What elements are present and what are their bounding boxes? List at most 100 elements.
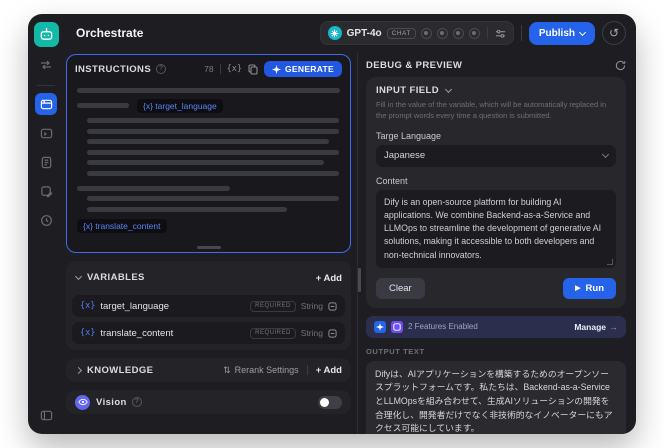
skeleton-line xyxy=(77,88,340,93)
app-window: Orchestrate GPT-4o CHAT Publish ↺ INSTRU… xyxy=(28,14,636,434)
sidebar-item-logs[interactable] xyxy=(35,151,57,173)
sidebar-item-api-access[interactable] xyxy=(35,122,57,144)
content-textarea[interactable]: Dify is an open-source platform for buil… xyxy=(376,189,616,268)
run-label: Run xyxy=(585,282,604,294)
sidebar-item-orchestrate[interactable] xyxy=(35,93,57,115)
features-enabled-bar[interactable]: 2 Features Enabled Manage → xyxy=(366,315,626,338)
orchestrate-pane: INSTRUCTIONS ? 78 {x} GENERATE {x} targe… xyxy=(64,52,358,434)
string-type-icon[interactable] xyxy=(328,301,337,311)
help-icon[interactable]: ? xyxy=(131,397,142,407)
workflow-switch-icon[interactable] xyxy=(35,54,57,76)
variable-token: {x} xyxy=(80,328,96,338)
topbar-divider xyxy=(520,25,522,41)
chevron-down-icon xyxy=(601,151,610,159)
required-badge: REQUIRED xyxy=(250,300,296,312)
skeleton-line xyxy=(87,160,324,165)
scrollbar-thumb[interactable] xyxy=(358,268,361,292)
debug-preview-pane: DEBUG & PREVIEW INPUT FIELD Fill in the … xyxy=(358,52,636,434)
rail-divider xyxy=(37,85,55,86)
capability-icon-3 xyxy=(452,27,464,39)
generate-label: GENERATE xyxy=(285,64,334,74)
target-language-select[interactable]: Japanese xyxy=(376,144,616,167)
skeleton-line xyxy=(87,128,340,134)
pill-divider xyxy=(486,27,488,39)
rerank-icon: ⇅ xyxy=(223,364,231,375)
run-button[interactable]: ▶ Run xyxy=(563,277,616,299)
knowledge-title: KNOWLEDGE xyxy=(87,364,154,376)
resize-drag-handle[interactable] xyxy=(196,246,221,249)
vision-label: Vision xyxy=(96,396,127,408)
publish-label: Publish xyxy=(538,27,575,39)
target-language-value: Japanese xyxy=(384,150,426,162)
rerank-label: Rerank Settings xyxy=(234,365,299,375)
sidebar-item-annotations[interactable] xyxy=(35,180,57,202)
refresh-icon[interactable] xyxy=(615,60,626,71)
skeleton-line xyxy=(87,139,329,144)
insert-variable-icon[interactable]: {x} xyxy=(227,64,242,74)
content-value: Dify is an open-source platform for buil… xyxy=(384,196,602,260)
divider xyxy=(306,365,308,375)
version-history-button[interactable]: ↺ xyxy=(602,21,626,45)
output-text-title: OUTPUT TEXT xyxy=(366,346,425,356)
skeleton-line xyxy=(77,185,230,191)
variable-row-translate-content[interactable]: {x} translate_content REQUIRED String xyxy=(72,322,345,344)
collapse-panel-icon[interactable] xyxy=(35,404,57,426)
topbar: Orchestrate GPT-4o CHAT Publish ↺ xyxy=(64,14,636,52)
skeleton-line xyxy=(87,170,340,176)
variable-token: {x} xyxy=(80,301,96,311)
capability-icon-2 xyxy=(436,27,448,39)
skeleton-line xyxy=(87,206,287,212)
sidebar-item-monitoring[interactable] xyxy=(35,209,57,231)
input-field-title: INPUT FIELD xyxy=(376,85,439,96)
target-language-label: Targe Language xyxy=(376,130,442,141)
instructions-panel[interactable]: INSTRUCTIONS ? 78 {x} GENERATE {x} targe… xyxy=(66,54,351,253)
add-knowledge-button[interactable]: + Add xyxy=(316,365,342,376)
features-enabled-text: 2 Features Enabled xyxy=(408,322,478,332)
model-mode-badge: CHAT xyxy=(386,27,416,39)
variable-type: String xyxy=(300,328,323,338)
variable-type: String xyxy=(300,301,323,311)
help-icon[interactable]: ? xyxy=(156,64,167,74)
chevron-down-icon[interactable] xyxy=(444,85,453,94)
rerank-settings-button[interactable]: ⇅ Rerank Settings xyxy=(223,365,299,376)
variables-section: VARIABLES + Add {x} target_language REQU… xyxy=(66,261,351,350)
generate-button[interactable]: GENERATE xyxy=(264,61,342,77)
app-logo-robot-icon[interactable] xyxy=(33,22,59,47)
feature-speech-icon xyxy=(374,320,386,333)
variable-chip-translate-content[interactable]: {x} translate_content xyxy=(77,218,167,233)
skeleton-line xyxy=(87,149,340,155)
prompt-editor[interactable]: {x} target_language {x} translate_conten… xyxy=(67,81,350,252)
char-count: 78 xyxy=(204,64,214,74)
skeleton-line xyxy=(87,118,340,123)
vision-toggle[interactable] xyxy=(318,395,342,409)
capability-icon-4 xyxy=(468,27,480,39)
model-selector[interactable]: GPT-4o CHAT xyxy=(319,21,514,45)
feature-more-icon xyxy=(391,320,403,333)
clear-button[interactable]: Clear xyxy=(376,277,425,299)
play-icon: ▶ xyxy=(575,285,581,293)
left-icon-rail xyxy=(28,14,64,434)
required-badge: REQUIRED xyxy=(250,327,296,339)
add-variable-button[interactable]: + Add xyxy=(316,273,342,284)
debug-preview-title: DEBUG & PREVIEW xyxy=(366,60,463,71)
variable-row-target-language[interactable]: {x} target_language REQUIRED String xyxy=(72,295,345,317)
variable-name: target_language xyxy=(100,300,170,312)
output-text-bubble: Difyは、AIアプリケーションを構築するためのオープンソースプラットフォームで… xyxy=(366,360,626,434)
string-type-icon[interactable] xyxy=(328,328,337,338)
arrow-right-icon: → xyxy=(609,321,618,332)
content-label: Content xyxy=(376,175,408,186)
variable-chip-target-language[interactable]: {x} target_language xyxy=(137,98,223,113)
vision-section: Vision ? xyxy=(66,390,351,414)
publish-button[interactable]: Publish xyxy=(528,21,595,45)
history-icon: ↺ xyxy=(608,26,620,40)
copy-icon[interactable] xyxy=(248,63,258,75)
resize-corner-icon[interactable] xyxy=(607,258,613,265)
chevron-down-icon xyxy=(578,28,587,36)
chevron-right-icon[interactable] xyxy=(74,366,83,374)
chevron-down-icon[interactable] xyxy=(74,272,83,280)
input-field-description: Fill in the value of the variable, which… xyxy=(376,100,607,120)
model-settings-icon[interactable] xyxy=(495,28,506,39)
skeleton-line xyxy=(77,103,129,108)
input-field-card: INPUT FIELD Fill in the value of the var… xyxy=(366,77,626,308)
manage-features-link[interactable]: Manage xyxy=(574,322,606,332)
